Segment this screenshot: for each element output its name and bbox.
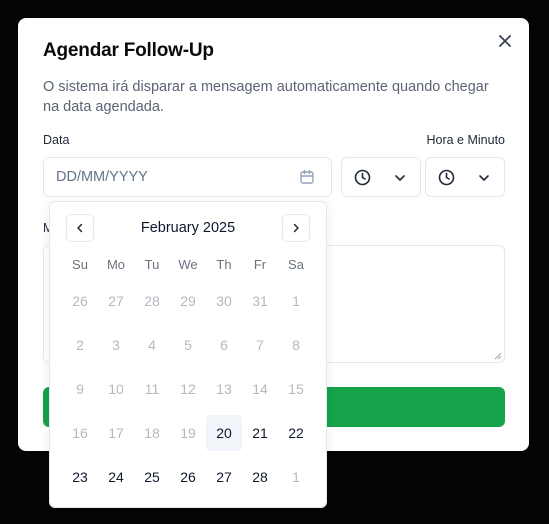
calendar-day[interactable]: 24 [98, 459, 134, 495]
calendar-day: 19 [180, 425, 196, 441]
calendar-week-row: 26 27 28 29 30 31 1 [62, 283, 314, 319]
date-input[interactable]: DD/MM/YYYY [43, 157, 332, 197]
chevron-down-icon [395, 175, 405, 181]
time-label: Hora e Minuto [426, 133, 505, 147]
calendar-day: 13 [216, 381, 232, 397]
close-button[interactable] [496, 32, 514, 50]
calendar-day: 17 [108, 425, 124, 441]
clock-icon [438, 169, 455, 186]
dialog-title: Agendar Follow-Up [43, 40, 214, 61]
calendar-day: 28 [144, 293, 160, 309]
weekday-label: Tu [144, 257, 160, 272]
calendar-day: 8 [292, 337, 300, 353]
calendar-week-row: 23 24 25 26 27 28 1 [62, 459, 314, 495]
calendar-icon [300, 169, 314, 184]
calendar-day[interactable]: 25 [134, 459, 170, 495]
minute-select[interactable] [425, 157, 505, 197]
dialog-description: O sistema irá disparar a mensagem automa… [43, 79, 489, 115]
calendar-day[interactable]: 21 [242, 415, 278, 451]
weekday-label: Sa [288, 257, 304, 272]
calendar-day: 1 [292, 293, 300, 309]
calendar-day: 31 [252, 293, 268, 309]
calendar-day: 14 [252, 381, 268, 397]
calendar-day: 18 [144, 425, 160, 441]
calendar-day: 6 [220, 337, 228, 353]
calendar-day: 3 [112, 337, 120, 353]
calendar-day: 12 [180, 381, 196, 397]
calendar-day[interactable]: 27 [206, 459, 242, 495]
date-picker-popover: February 2025 Su Mo Tu We Th Fr Sa 26 27 2… [49, 201, 327, 508]
next-month-button[interactable] [282, 214, 310, 242]
chevron-down-icon [479, 175, 489, 181]
calendar-day: 16 [72, 425, 88, 441]
weekday-label: Mo [106, 257, 126, 272]
x-icon [499, 35, 511, 47]
calendar-day[interactable]: 28 [242, 459, 278, 495]
calendar-week-row: 9 10 11 12 13 14 15 [62, 371, 314, 407]
calendar-day: 1 [292, 469, 300, 485]
calendar-day: 26 [72, 293, 88, 309]
calendar-day: 7 [256, 337, 264, 353]
calendar-day: 27 [108, 293, 124, 309]
weekday-label: Fr [253, 257, 267, 272]
calendar-day: 2 [76, 337, 84, 353]
calendar-day: 15 [288, 381, 304, 397]
calendar-day: 10 [108, 381, 124, 397]
calendar-day: 30 [216, 293, 232, 309]
calendar-day[interactable]: 20 [206, 415, 242, 451]
calendar-day: 4 [148, 337, 156, 353]
calendar-day[interactable]: 23 [62, 459, 98, 495]
resize-handle-icon[interactable] [494, 352, 502, 360]
calendar-day: 9 [76, 381, 84, 397]
clock-icon [354, 169, 371, 186]
calendar-day: 11 [144, 381, 160, 397]
calendar-week-row: 2 3 4 5 6 7 8 [62, 327, 314, 363]
calendar-week-row: 16 17 18 19 20 21 22 [62, 415, 314, 451]
calendar-day: 29 [180, 293, 196, 309]
weekday-label: Th [216, 257, 232, 272]
weekday-label: We [178, 257, 198, 272]
hour-select[interactable] [341, 157, 421, 197]
date-label: Data [43, 133, 70, 147]
date-placeholder: DD/MM/YYYY [56, 169, 148, 185]
calendar-day[interactable]: 26 [170, 459, 206, 495]
chevron-right-icon [293, 223, 299, 233]
calendar-day: 5 [184, 337, 192, 353]
weekday-label: Su [72, 257, 88, 272]
weekday-header: Su Mo Tu We Th Fr Sa [62, 257, 314, 272]
calendar-day[interactable]: 22 [278, 415, 314, 451]
